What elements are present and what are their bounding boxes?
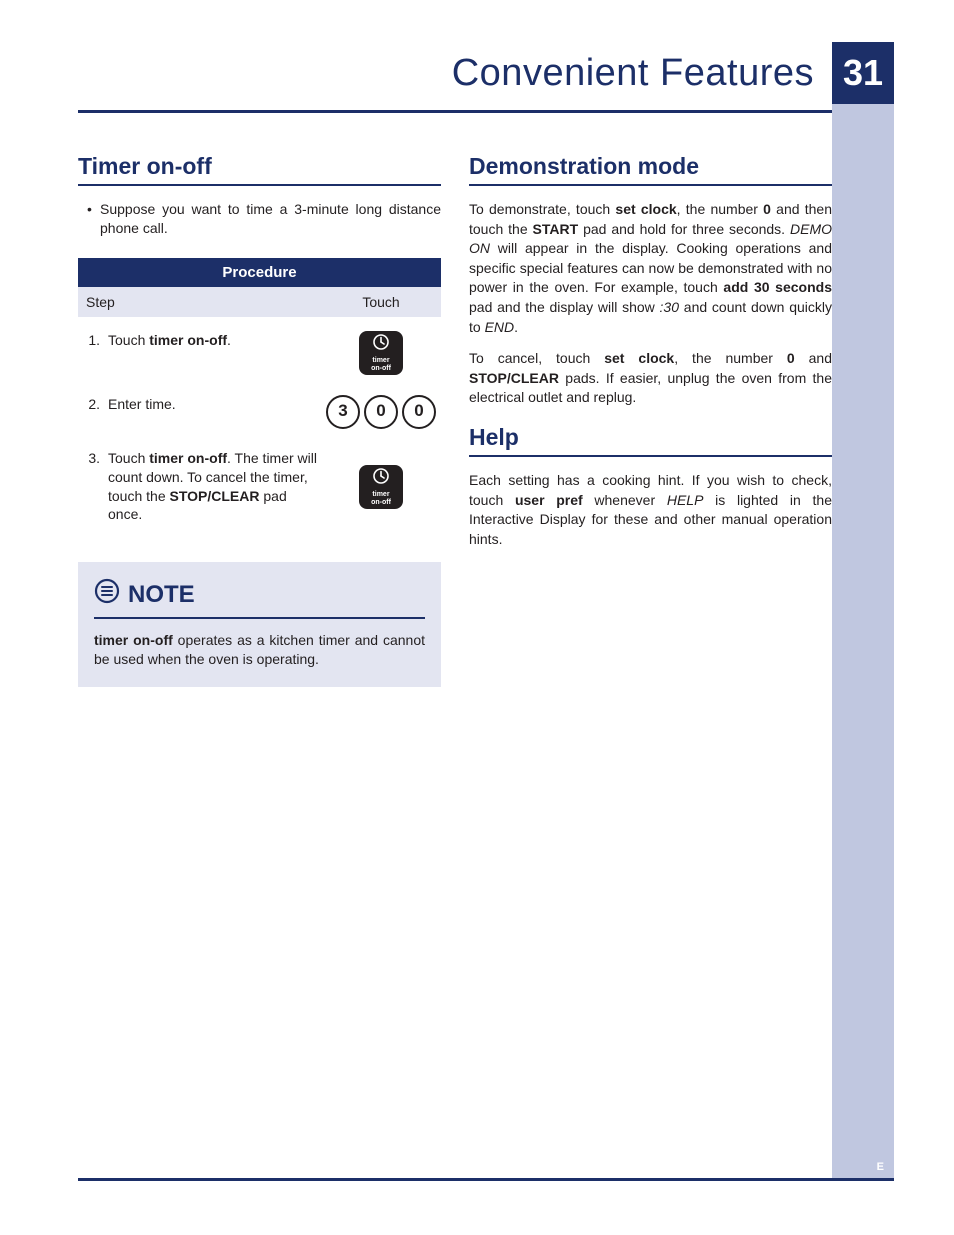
step-text: Enter time. (104, 381, 321, 435)
digit-button: 3 (326, 395, 360, 429)
step-touch-icon: timeron-off (321, 317, 441, 381)
help-paragraph: Each setting has a cooking hint. If you … (469, 471, 832, 549)
note-body: timer on-off operates as a kitchen timer… (94, 631, 425, 669)
clock-icon (372, 333, 390, 355)
footer-lang: E (877, 1161, 884, 1173)
footer-rule (78, 1178, 894, 1181)
right-column: Demonstration mode To demonstrate, touch… (469, 153, 832, 687)
help-section-title: Help (469, 424, 832, 451)
clock-icon (372, 467, 390, 489)
table-row: 1. Touch timer on-off. timeron-off (78, 317, 441, 381)
step-number: 1. (78, 317, 104, 381)
digit-button: 0 (402, 395, 436, 429)
table-row: 2. Enter time. 3 0 0 (78, 381, 441, 435)
timer-on-off-icon: timeron-off (359, 465, 403, 509)
note-block: NOTE timer on-off operates as a kitchen … (78, 562, 441, 687)
right-gutter (832, 104, 894, 1181)
col-touch: Touch (321, 287, 441, 317)
section-rule (78, 184, 441, 186)
timer-on-off-icon: timeron-off (359, 331, 403, 375)
left-column: Timer on-off Suppose you want to time a … (78, 153, 441, 687)
section-rule (469, 184, 832, 186)
table-row: 3. Touch timer on-off. The timer will co… (78, 435, 441, 531)
procedure-header: Procedure (78, 258, 441, 287)
demo-section-title: Demonstration mode (469, 153, 832, 180)
timer-section-title: Timer on-off (78, 153, 441, 180)
demo-paragraph-1: To demonstrate, touch set clock, the num… (469, 200, 832, 337)
note-heading: NOTE (94, 578, 425, 617)
page-number: 31 (832, 42, 894, 104)
step-number: 3. (78, 435, 104, 531)
demo-paragraph-2: To cancel, touch set clock, the number 0… (469, 349, 832, 408)
step-touch-digits: 3 0 0 (321, 381, 441, 435)
header-rule (78, 110, 832, 113)
procedure-table: Procedure Step Touch 1. Touch timer on-o… (78, 258, 441, 531)
digit-buttons: 3 0 0 (326, 395, 436, 429)
step-text: Touch timer on-off. (104, 317, 321, 381)
note-label: NOTE (128, 581, 195, 609)
digit-button: 0 (364, 395, 398, 429)
timer-intro: Suppose you want to time a 3-minute long… (78, 200, 441, 238)
section-rule (469, 455, 832, 457)
note-rule (94, 617, 425, 619)
step-text: Touch timer on-off. The timer will count… (104, 435, 321, 531)
page-title: Convenient Features (78, 42, 832, 104)
page-header: Convenient Features 31 (78, 42, 894, 104)
col-step: Step (78, 287, 321, 317)
step-touch-icon: timeron-off (321, 435, 441, 531)
step-number: 2. (78, 381, 104, 435)
note-icon (94, 578, 120, 611)
